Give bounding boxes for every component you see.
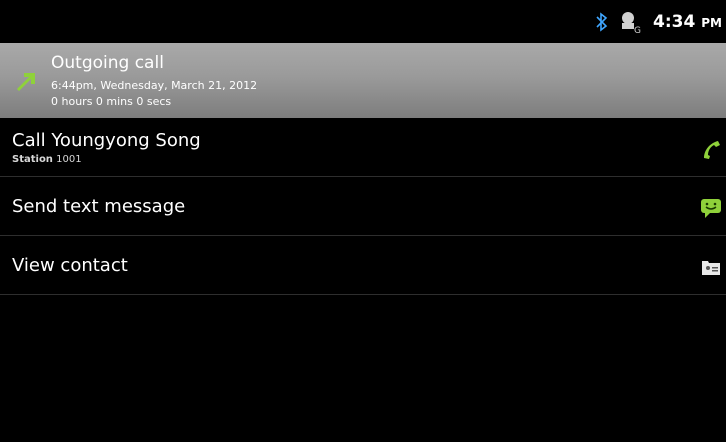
- status-clock: 4:34 PM: [653, 12, 722, 32]
- phone-icon[interactable]: [700, 138, 722, 160]
- clock-time: 4:34: [653, 11, 696, 32]
- call-datetime: 6:44pm, Wednesday, March 21, 2012: [51, 79, 258, 92]
- text-message-icon[interactable]: [700, 197, 722, 219]
- svg-text:G: G: [634, 26, 641, 34]
- clock-ampm: PM: [701, 15, 722, 30]
- contact-number-detail: Station 1001: [12, 154, 82, 165]
- number-value: 1001: [56, 154, 82, 165]
- view-contact-label: View contact: [12, 255, 128, 276]
- network-g-icon: G: [622, 11, 641, 34]
- outgoing-call-arrow-icon: [17, 73, 35, 91]
- view-contact-row[interactable]: View contact: [0, 237, 726, 295]
- contact-card-icon[interactable]: [700, 256, 722, 278]
- send-text-message-row[interactable]: Send text message: [0, 178, 726, 236]
- call-contact-row[interactable]: Call Youngyong Song Station 1001: [0, 119, 726, 177]
- call-contact-label: Call Youngyong Song: [12, 130, 201, 151]
- bluetooth-icon: [596, 11, 608, 32]
- call-type-title: Outgoing call: [51, 53, 164, 73]
- status-bar: G 4:34 PM: [0, 0, 726, 43]
- call-duration: 0 hours 0 mins 0 secs: [51, 95, 172, 108]
- send-text-message-label: Send text message: [12, 196, 186, 217]
- call-log-header: Outgoing call 6:44pm, Wednesday, March 2…: [0, 43, 726, 118]
- status-icons: G 4:34 PM: [595, 0, 726, 43]
- number-type: Station: [12, 154, 53, 165]
